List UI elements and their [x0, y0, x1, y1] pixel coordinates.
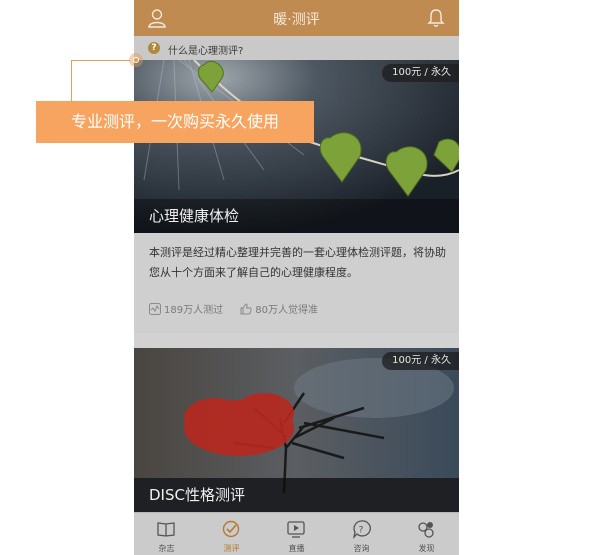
- notice-text: 什么是心理测评?: [168, 46, 244, 57]
- tab-assessment[interactable]: 测评: [199, 513, 264, 555]
- app-screen: 暖·测评 ? 什么是心理测评? 100元 / 永久 心理健康体检 本测评是经过精…: [134, 0, 459, 555]
- card-disc-image[interactable]: 100元 / 永久 DISC性格测评: [134, 348, 459, 512]
- what-is-assessment-link[interactable]: ? 什么是心理测评?: [134, 36, 459, 60]
- tab-magazine[interactable]: 杂志: [134, 513, 199, 555]
- tooltip-leader-line: [71, 60, 72, 101]
- play-icon: [287, 521, 305, 538]
- book-icon: [157, 522, 175, 537]
- app-header: 暖·测评: [134, 0, 459, 36]
- quiz-icon: [222, 520, 240, 538]
- tested-count: 189万人测过: [149, 301, 223, 316]
- card-stats: 189万人测过 80万人觉得准: [149, 301, 332, 316]
- chart-icon: [149, 303, 161, 315]
- card-health-image[interactable]: 100元 / 永久 心理健康体检: [134, 60, 459, 233]
- question-icon: ?: [148, 42, 160, 54]
- tab-discover[interactable]: 发现: [394, 513, 459, 555]
- thumbs-up-icon: [240, 303, 252, 315]
- card-title: 心理健康体检: [134, 199, 459, 233]
- tab-consult[interactable]: ? 咨询: [329, 513, 394, 555]
- page-title: 暖·测评: [273, 12, 320, 28]
- question-bubble-icon: ?: [352, 520, 371, 539]
- bell-icon[interactable]: [425, 7, 447, 29]
- liked-count[interactable]: 80万人觉得准: [240, 301, 318, 316]
- card-title: DISC性格测评: [134, 478, 459, 512]
- tooltip-anchor-dot: [129, 53, 143, 67]
- price-badge: 100元 / 永久: [382, 352, 459, 370]
- discover-icon: [418, 522, 434, 538]
- svg-text:?: ?: [359, 526, 364, 536]
- bottom-tab-bar: 杂志 测评 直播 ? 咨询 发现: [134, 512, 459, 555]
- card-description: 本测评是经过精心整理并完善的一套心理体检测评题，将协助您从十个方面来了解自己的心…: [149, 246, 446, 279]
- tab-live[interactable]: 直播: [264, 513, 329, 555]
- tooltip-leader-line: [71, 60, 130, 61]
- card-health-details[interactable]: 本测评是经过精心整理并完善的一套心理体检测评题，将协助您从十个方面来了解自己的心…: [134, 233, 459, 333]
- price-badge: 100元 / 永久: [382, 64, 459, 82]
- feature-callout: 专业测评，一次购买永久使用: [36, 101, 314, 143]
